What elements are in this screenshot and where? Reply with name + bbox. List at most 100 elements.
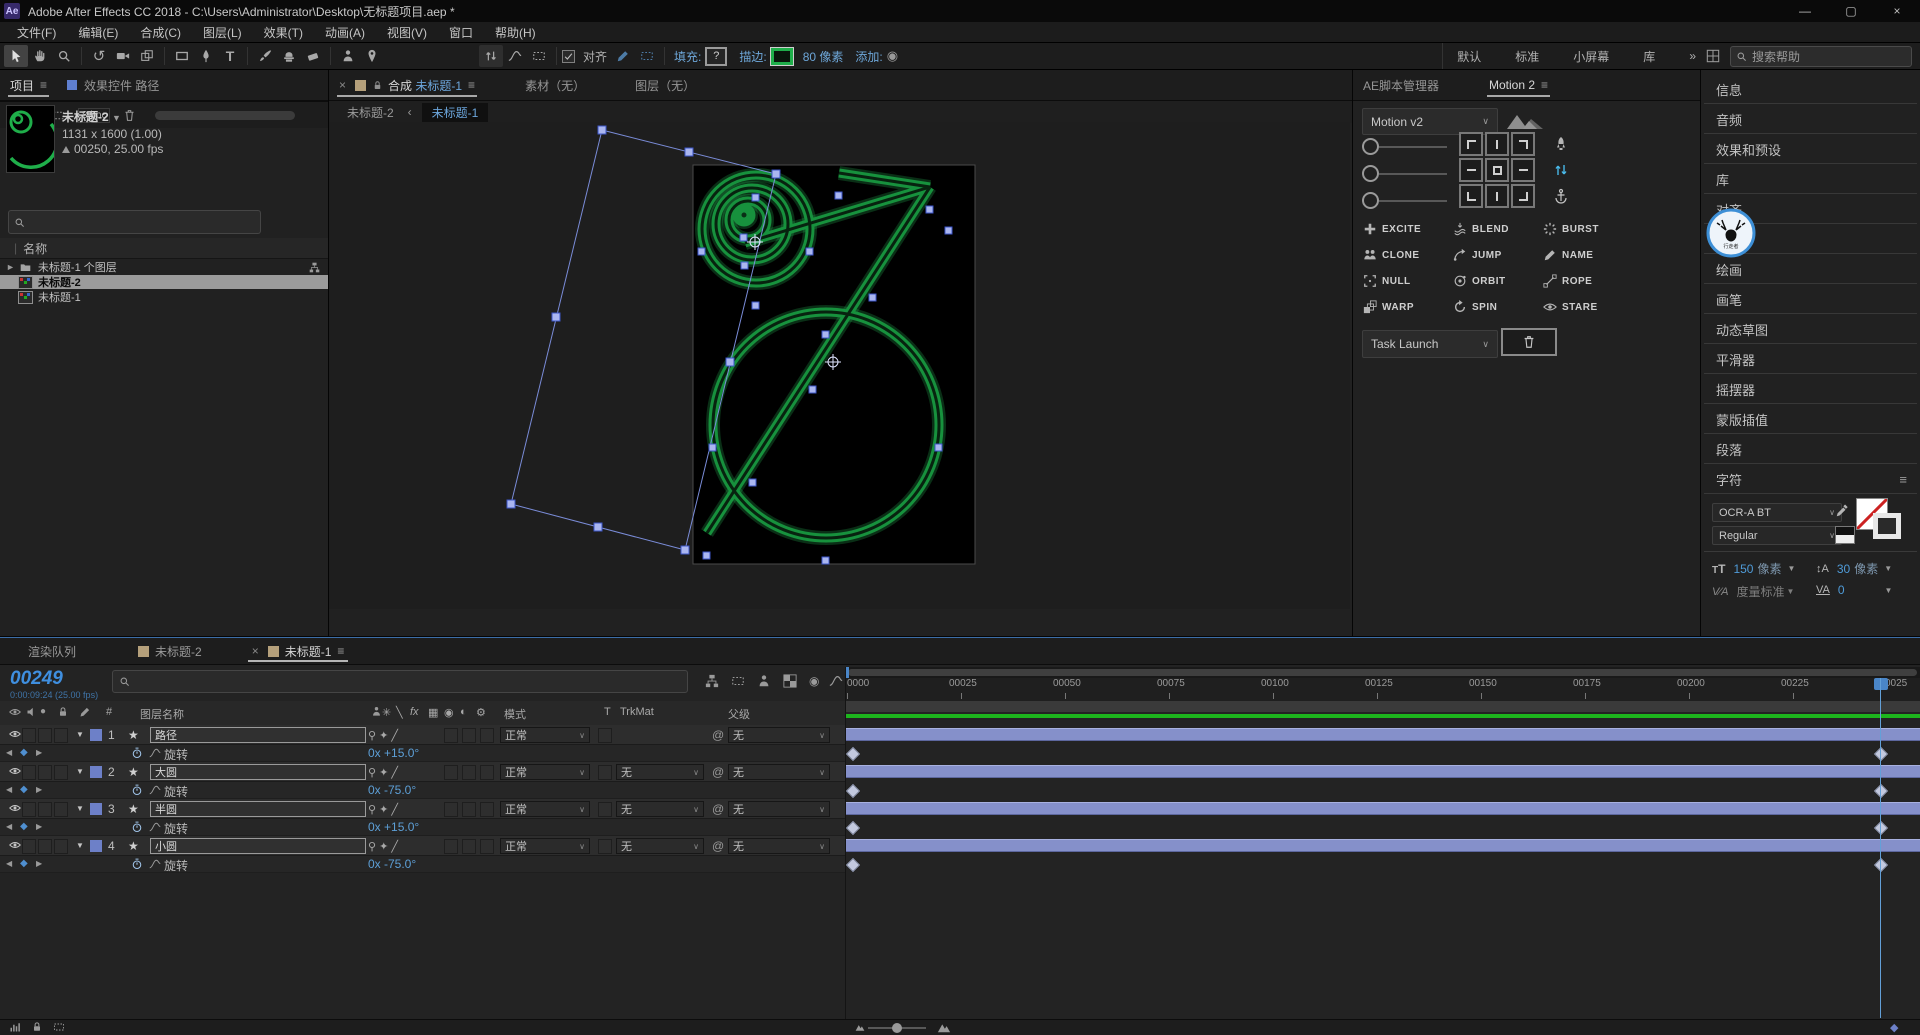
layer-name[interactable]: 大圆	[150, 764, 366, 780]
keyframe[interactable]	[1874, 821, 1888, 835]
rotate-tool[interactable]: ↺	[87, 45, 111, 67]
project-row-folder[interactable]: ► 未标题-1 个图层	[0, 260, 328, 274]
next-keyframe-icon[interactable]: ▶	[36, 748, 42, 757]
keyframe[interactable]	[1874, 858, 1888, 872]
keyframe[interactable]	[1874, 784, 1888, 798]
eyedropper-icon[interactable]	[1835, 503, 1849, 518]
menu-layer[interactable]: 图层(L)	[192, 24, 253, 41]
menu-help[interactable]: 帮助(H)	[484, 24, 547, 41]
anchor-mid-left-button[interactable]	[1459, 158, 1483, 182]
tab-effect-controls[interactable]: 效果控件 路径	[57, 70, 169, 100]
parent-column[interactable]: 父级	[728, 706, 750, 722]
tab-script-manager[interactable]: AE脚本管理器	[1353, 70, 1449, 100]
burst-button[interactable]: BURST	[1543, 222, 1599, 236]
timeline-search-box[interactable]	[112, 670, 688, 693]
label-chip[interactable]	[90, 766, 102, 778]
panel-tab-info[interactable]: 信息	[1704, 75, 1917, 104]
keyframe[interactable]	[846, 784, 860, 798]
property-row-rotation-1[interactable]: ◀ ◆ ▶ 旋转 0x +15.0°	[0, 745, 845, 762]
menu-animation[interactable]: 动画(A)	[314, 24, 376, 41]
composition-canvas[interactable]	[329, 122, 1350, 609]
draft-3d-icon[interactable]	[731, 674, 745, 688]
switch-icons[interactable]: ⚲ ✦ ╱	[368, 840, 398, 853]
property-name[interactable]: 旋转	[164, 857, 188, 874]
clone-stamp-tool[interactable]	[277, 45, 301, 67]
project-columns-header[interactable]: |名称	[0, 238, 328, 259]
add-keyframe-icon[interactable]: ◆	[20, 858, 28, 869]
property-name[interactable]: 旋转	[164, 820, 188, 837]
parent-dropdown[interactable]: 无∨	[728, 764, 830, 780]
preview-item-name[interactable]: 未标题-2 ▼	[62, 110, 121, 126]
workspace-small-screen[interactable]: 小屏幕	[1573, 48, 1609, 65]
eye-icon[interactable]	[9, 839, 21, 851]
deer-logo-badge[interactable]: 行走者	[1706, 208, 1756, 261]
clone-button[interactable]: CLONE	[1363, 248, 1420, 262]
camera-tool[interactable]	[111, 45, 135, 67]
flowchart-icon[interactable]	[309, 261, 320, 273]
rotation-value[interactable]: 0x +15.0°	[368, 746, 419, 760]
layer-row-3[interactable]: ▼ 3 ★ 半圆 ⚲ ✦ ╱ 正常∨ 无∨ @ 无∨	[0, 799, 845, 819]
blend-mode-dropdown[interactable]: 正常∨	[500, 838, 590, 854]
time-navigator[interactable]	[845, 667, 1920, 678]
stroke-color-swatch[interactable]	[1873, 513, 1901, 539]
panel-tab-effects-presets[interactable]: 效果和预设	[1704, 135, 1917, 164]
menu-view[interactable]: 视图(V)	[376, 24, 438, 41]
stroke-swatch[interactable]	[771, 48, 793, 65]
close-button[interactable]: ×	[1874, 0, 1920, 22]
anchor-top-right-button[interactable]	[1511, 132, 1535, 156]
expand-arrow[interactable]: ▼	[76, 804, 84, 813]
property-name[interactable]: 旋转	[164, 783, 188, 800]
help-search-box[interactable]: 搜索帮助	[1730, 46, 1912, 67]
local-axis-mode[interactable]	[479, 45, 503, 67]
blend-mode-dropdown[interactable]: 正常∨	[500, 727, 590, 743]
lock-icon[interactable]	[372, 80, 383, 91]
add-keyframe-icon[interactable]: ◆	[20, 747, 28, 758]
graph-icon[interactable]	[149, 747, 161, 759]
rocket-icon[interactable]	[1553, 136, 1569, 152]
eye-icon[interactable]	[9, 802, 21, 814]
graph-editor-icon[interactable]	[829, 674, 843, 688]
menu-effect[interactable]: 效果(T)	[253, 24, 314, 41]
jump-button[interactable]: JUMP	[1453, 248, 1502, 262]
font-family-dropdown[interactable]: OCR-A BT∨	[1712, 503, 1842, 522]
view-axis-mode[interactable]	[527, 45, 551, 67]
menu-file[interactable]: 文件(F)	[6, 24, 67, 41]
keyframe-toggle-icon[interactable]: ◆	[1890, 1021, 1898, 1034]
slider-row-1[interactable]	[1362, 138, 1447, 155]
brush-tool[interactable]	[253, 45, 277, 67]
anchor-bottom-right-button[interactable]	[1511, 184, 1535, 208]
property-name[interactable]: 旋转	[164, 746, 188, 763]
stopwatch-icon[interactable]	[131, 747, 143, 759]
breadcrumb-current[interactable]: 未标题-1	[422, 103, 489, 122]
anchor-center-button[interactable]	[1485, 158, 1509, 182]
mask-expansion-icon[interactable]	[635, 45, 659, 67]
task-launch-dropdown[interactable]: Task Launch∨	[1362, 330, 1498, 358]
anchor-top-left-button[interactable]	[1459, 132, 1483, 156]
panel-tab-motion-sketch[interactable]: 动态草图	[1704, 315, 1917, 344]
menu-edit[interactable]: 编辑(E)	[67, 24, 129, 41]
slider-row-2[interactable]	[1362, 165, 1447, 182]
property-row-rotation-2[interactable]: ◀ ◆ ▶ 旋转 0x -75.0°	[0, 782, 845, 799]
panel-tab-mask-interpolation[interactable]: 蒙版插值	[1704, 405, 1917, 434]
tab-timeline-comp1[interactable]: × 未标题-1≡	[242, 638, 355, 664]
orbit-button[interactable]: ORBIT	[1453, 274, 1506, 288]
trkmat-dropdown[interactable]: 无∨	[616, 801, 704, 817]
graph-icon[interactable]	[149, 858, 161, 870]
layer-duration-bar[interactable]	[845, 802, 1920, 815]
layer-name[interactable]: 小圆	[150, 838, 366, 854]
project-scrollbar[interactable]	[155, 111, 295, 120]
timeline-zoom-slider[interactable]	[868, 1027, 926, 1029]
blend-button[interactable]: BLEND	[1453, 222, 1509, 236]
fill-swatch[interactable]: ?	[705, 47, 727, 66]
panel-tab-libraries[interactable]: 库	[1704, 165, 1917, 194]
updown-arrows-icon[interactable]	[1553, 162, 1569, 178]
shape-tool[interactable]	[170, 45, 194, 67]
project-search-box[interactable]	[8, 210, 261, 234]
stroke-label[interactable]: 描边:	[739, 48, 766, 65]
tab-motion2[interactable]: Motion 2≡	[1479, 70, 1558, 100]
label-chip[interactable]	[90, 840, 102, 852]
blend-mode-dropdown[interactable]: 正常∨	[500, 801, 590, 817]
frame-blending-icon[interactable]	[783, 674, 797, 688]
eraser-tool[interactable]	[301, 45, 325, 67]
excite-button[interactable]: EXCITE	[1363, 222, 1421, 236]
